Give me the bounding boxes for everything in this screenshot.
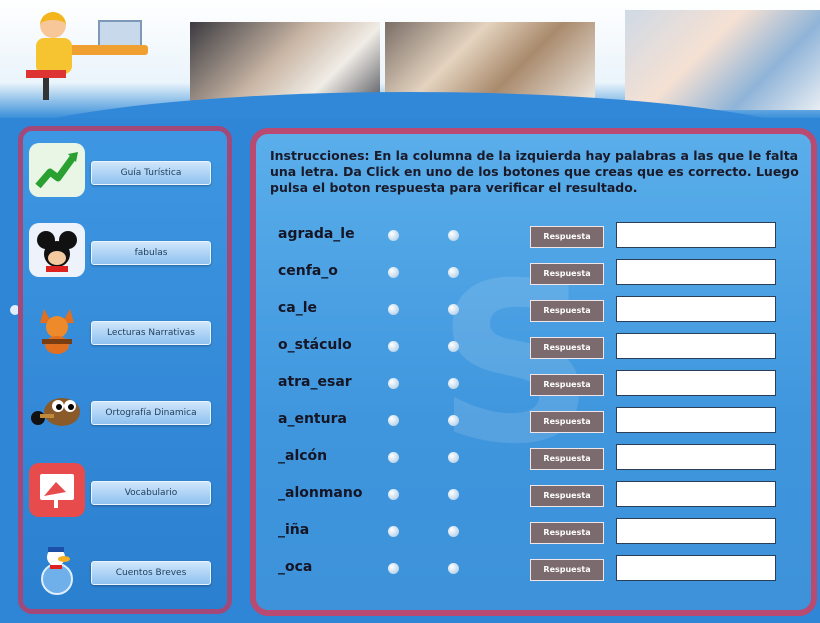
- sidebar-item-fabulas[interactable]: fabulas: [23, 223, 227, 283]
- cartoon-duck-icon: [29, 543, 85, 597]
- answer-field[interactable]: [616, 296, 776, 322]
- answer-field[interactable]: [616, 333, 776, 359]
- exercise-row: agrada_le Respuesta: [256, 222, 811, 252]
- lecturas-narrativas-button[interactable]: Lecturas Narrativas: [91, 321, 211, 345]
- respuesta-button[interactable]: Respuesta: [530, 448, 604, 470]
- child-laptop-photo: [625, 10, 820, 110]
- word-label: ca_le: [278, 300, 318, 316]
- respuesta-button[interactable]: Respuesta: [530, 485, 604, 507]
- guia-turistica-button[interactable]: Guía Turística: [91, 161, 211, 185]
- option-radio-a[interactable]: [388, 304, 399, 315]
- option-radio-b[interactable]: [448, 378, 459, 389]
- answer-field[interactable]: [616, 407, 776, 433]
- exercise-row: _alonmano Respuesta: [256, 481, 811, 511]
- answer-field[interactable]: [616, 481, 776, 507]
- trend-chart-icon: [29, 143, 85, 197]
- sidebar-item-guia-turistica[interactable]: Guía Turística: [23, 143, 227, 203]
- option-radio-a[interactable]: [388, 489, 399, 500]
- presentation-icon: [29, 463, 85, 517]
- answer-field[interactable]: [616, 259, 776, 285]
- respuesta-button[interactable]: Respuesta: [530, 374, 604, 396]
- exercise-row: _iña Respuesta: [256, 518, 811, 548]
- option-radio-b[interactable]: [448, 267, 459, 278]
- answer-field[interactable]: [616, 518, 776, 544]
- exercise-row: atra_esar Respuesta: [256, 370, 811, 400]
- option-radio-b[interactable]: [448, 230, 459, 241]
- sidebar-item-lecturas-narrativas[interactable]: Lecturas Narrativas: [23, 303, 227, 363]
- word-label: _alcón: [278, 448, 328, 464]
- option-radio-a[interactable]: [388, 267, 399, 278]
- ortografia-dinamica-button[interactable]: Ortografía Dinamica: [91, 401, 211, 425]
- exercise-row: _alcón Respuesta: [256, 444, 811, 474]
- respuesta-button[interactable]: Respuesta: [530, 226, 604, 248]
- option-radio-a[interactable]: [388, 415, 399, 426]
- option-radio-b[interactable]: [448, 341, 459, 352]
- respuesta-button[interactable]: Respuesta: [530, 337, 604, 359]
- respuesta-button[interactable]: Respuesta: [530, 559, 604, 581]
- header-banner: [0, 0, 820, 118]
- option-radio-a[interactable]: [388, 563, 399, 574]
- option-radio-b[interactable]: [448, 415, 459, 426]
- exercise-row: o_stáculo Respuesta: [256, 333, 811, 363]
- respuesta-button[interactable]: Respuesta: [530, 411, 604, 433]
- answer-field[interactable]: [616, 444, 776, 470]
- respuesta-button[interactable]: Respuesta: [530, 300, 604, 322]
- exercise-panel: S Instrucciones: En la columna de la izq…: [250, 128, 817, 616]
- answer-field[interactable]: [616, 222, 776, 248]
- word-label: cenfa_o: [278, 263, 338, 279]
- sidebar-item-ortografia-dinamica[interactable]: Ortografía Dinamica: [23, 383, 227, 443]
- gimp-mascot-icon: [29, 383, 85, 437]
- cartoon-mouse-icon: [29, 223, 85, 277]
- cuentos-breves-button[interactable]: Cuentos Breves: [91, 561, 211, 585]
- option-radio-a[interactable]: [388, 341, 399, 352]
- word-label: _alonmano: [278, 485, 363, 501]
- word-label: _oca: [278, 559, 313, 575]
- exercise-row: ca_le Respuesta: [256, 296, 811, 326]
- answer-field[interactable]: [616, 370, 776, 396]
- sidebar-item-vocabulario[interactable]: Vocabulario: [23, 463, 227, 523]
- word-label: a_entura: [278, 411, 347, 427]
- kid-at-computer-illustration: [18, 10, 148, 110]
- option-radio-a[interactable]: [388, 452, 399, 463]
- word-label: o_stáculo: [278, 337, 352, 353]
- sidebar-item-cuentos-breves[interactable]: Cuentos Breves: [23, 543, 227, 603]
- option-radio-a[interactable]: [388, 378, 399, 389]
- option-radio-b[interactable]: [448, 489, 459, 500]
- answer-field[interactable]: [616, 555, 776, 581]
- instructions-text: Instrucciones: En la columna de la izqui…: [270, 148, 799, 195]
- respuesta-button[interactable]: Respuesta: [530, 263, 604, 285]
- option-radio-b[interactable]: [448, 563, 459, 574]
- option-radio-b[interactable]: [448, 452, 459, 463]
- option-radio-b[interactable]: [448, 304, 459, 315]
- exercise-row: _oca Respuesta: [256, 555, 811, 585]
- exercise-row: cenfa_o Respuesta: [256, 259, 811, 289]
- vocabulario-button[interactable]: Vocabulario: [91, 481, 211, 505]
- sidebar-menu: Guía Turística fabulas Lecturas Narrativ…: [18, 126, 232, 614]
- word-label: _iña: [278, 522, 310, 538]
- cartoon-fox-icon: [29, 303, 85, 357]
- respuesta-button[interactable]: Respuesta: [530, 522, 604, 544]
- fabulas-button[interactable]: fabulas: [91, 241, 211, 265]
- word-label: agrada_le: [278, 226, 355, 242]
- option-radio-a[interactable]: [388, 526, 399, 537]
- word-label: atra_esar: [278, 374, 352, 390]
- option-radio-b[interactable]: [448, 526, 459, 537]
- option-radio-a[interactable]: [388, 230, 399, 241]
- exercise-row: a_entura Respuesta: [256, 407, 811, 437]
